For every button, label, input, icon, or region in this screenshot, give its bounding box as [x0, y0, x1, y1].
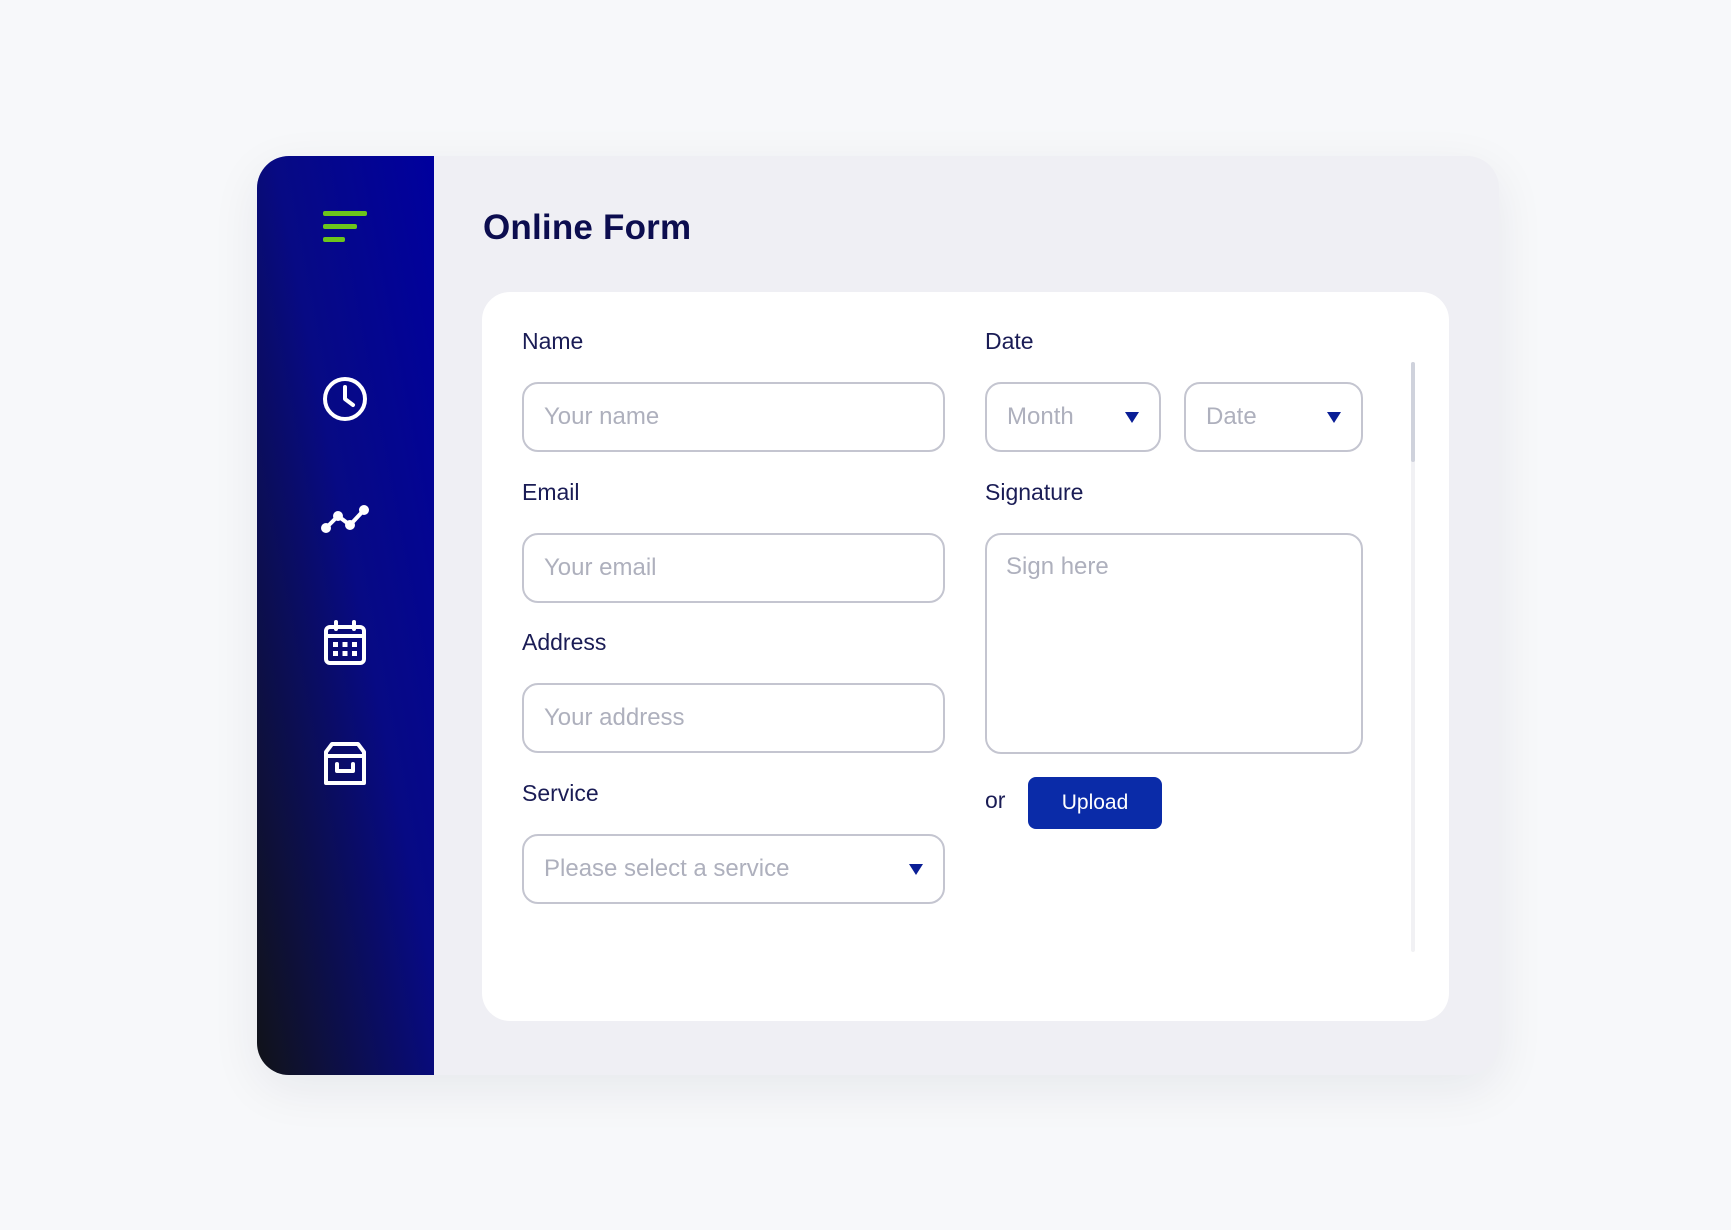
clock-icon: [323, 377, 367, 421]
chevron-down-icon: [1125, 411, 1139, 423]
calendar-icon: [324, 620, 366, 665]
sidebar-item-calendar[interactable]: [313, 611, 377, 675]
month-select-placeholder: Month: [1007, 403, 1074, 430]
signature-placeholder: Sign here: [1006, 553, 1109, 580]
service-select-placeholder: Please select a service: [544, 855, 790, 882]
sidebar: [257, 156, 434, 1075]
date-label: Date: [985, 328, 1034, 354]
chart-line-icon: [321, 505, 369, 533]
scrollbar-thumb[interactable]: [1411, 362, 1415, 462]
address-input[interactable]: [522, 683, 945, 753]
scrollbar-track[interactable]: [1411, 362, 1415, 952]
sidebar-item-analytics[interactable]: [313, 488, 377, 552]
sidebar-item-clock[interactable]: [313, 367, 377, 431]
name-label: Name: [522, 328, 584, 354]
service-label: Service: [522, 780, 599, 806]
signature-label: Signature: [985, 479, 1084, 505]
address-label: Address: [522, 629, 607, 655]
form-card: Name Email Address Service Please select…: [482, 292, 1449, 1021]
service-select[interactable]: Please select a service: [522, 834, 945, 904]
upload-button[interactable]: Upload: [1028, 777, 1162, 829]
sidebar-item-archive[interactable]: [313, 732, 377, 796]
email-label: Email: [522, 479, 580, 505]
chevron-down-icon: [1327, 411, 1341, 423]
name-input[interactable]: [522, 382, 945, 452]
hamburger-menu-icon[interactable]: [323, 211, 367, 245]
app-window: Online Form Name Email Address Service P…: [257, 156, 1499, 1075]
signature-pad[interactable]: Sign here: [985, 533, 1363, 754]
page-title: Online Form: [483, 208, 692, 247]
or-text: or: [985, 787, 1006, 813]
chevron-down-icon: [909, 863, 923, 875]
archive-icon: [324, 742, 366, 785]
email-input[interactable]: [522, 533, 945, 603]
main-content: Online Form Name Email Address Service P…: [434, 156, 1499, 1075]
month-select[interactable]: Month: [985, 382, 1161, 452]
day-select-placeholder: Date: [1206, 403, 1257, 430]
day-select[interactable]: Date: [1184, 382, 1363, 452]
